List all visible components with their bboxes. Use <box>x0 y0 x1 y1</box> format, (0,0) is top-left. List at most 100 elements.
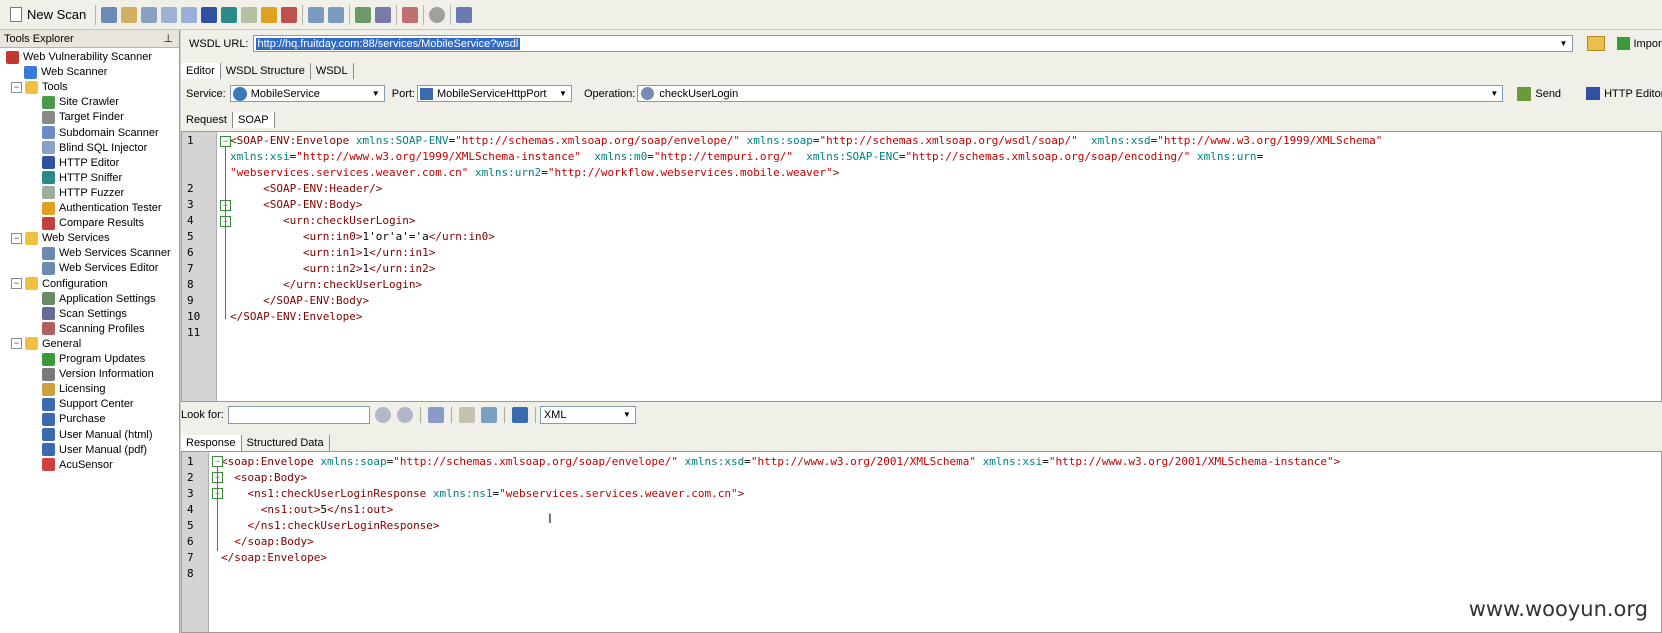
http-sniffer-icon[interactable] <box>221 6 238 23</box>
pin-icon[interactable]: ⊥ <box>163 32 173 45</box>
collapse-toggle-icon[interactable]: − <box>11 338 22 350</box>
collapse-toggle-icon[interactable]: − <box>11 81 22 93</box>
tree-item[interactable]: Scanning Profiles <box>42 321 145 337</box>
tab-structured-data[interactable]: Structured Data <box>242 435 330 451</box>
tree-item[interactable]: Web Services Editor <box>42 260 158 276</box>
tree-item[interactable]: − Configuration <box>11 276 107 292</box>
tree-item[interactable]: − Tools <box>11 79 68 95</box>
code-token: xmlns:xsi <box>982 455 1043 468</box>
code-token: "http://tempuri.org/" <box>653 150 793 163</box>
tab-wsdl[interactable]: WSDL <box>311 63 354 79</box>
line-number: 1 <box>187 134 194 147</box>
compare-results-icon[interactable] <box>281 6 298 23</box>
auth-tester-icon[interactable] <box>261 6 278 23</box>
new-scan-button[interactable]: New Scan <box>2 4 92 26</box>
tree-item[interactable]: Support Center <box>42 396 134 412</box>
wsdl-url-input[interactable]: http://hq.fruitday.com:88/services/Mobil… <box>252 35 1573 52</box>
chevron-down-icon[interactable]: ▼ <box>1558 38 1570 49</box>
operation-select[interactable]: checkUserLogin ▼ <box>637 85 1504 102</box>
scheduler-icon[interactable] <box>429 6 446 23</box>
code-token: "http://schemas.xmlsoap.org/soap/envelop… <box>393 455 678 468</box>
tree-item[interactable]: Licensing <box>42 381 105 397</box>
highlight-icon[interactable] <box>480 407 497 423</box>
http-editor-icon[interactable] <box>201 6 218 23</box>
chevron-down-icon[interactable]: ▼ <box>557 88 569 99</box>
tree-item[interactable]: Purchase <box>42 411 105 427</box>
tree-item[interactable]: Application Settings <box>42 291 156 307</box>
collapse-toggle-icon[interactable]: − <box>11 232 22 244</box>
import-button[interactable]: Import <box>1616 37 1662 50</box>
tree-item-label: Compare Results <box>59 217 144 230</box>
tree-item[interactable]: Compare Results <box>42 215 144 231</box>
fold-guide <box>225 147 226 319</box>
tree-item[interactable]: Target Finder <box>42 109 124 125</box>
regex-icon[interactable] <box>458 407 475 423</box>
request-tabs: Request SOAP <box>181 112 275 128</box>
code-token: xmlns:urn2 <box>475 166 542 179</box>
format-select[interactable]: XML ▼ <box>539 406 636 424</box>
http-fuzzer-icon[interactable] <box>241 6 258 23</box>
tree-item[interactable]: Web Services Scanner <box>42 245 171 261</box>
tree-item[interactable]: Blind SQL Injector <box>42 140 147 156</box>
tool-icon <box>42 428 55 441</box>
fold-toggle-icon[interactable]: − <box>220 136 231 147</box>
chevron-down-icon[interactable]: ▼ <box>621 409 633 420</box>
tree-item[interactable]: HTTP Sniffer <box>42 170 122 186</box>
ws-editor-icon[interactable] <box>328 6 345 23</box>
tree-item[interactable]: HTTP Editor <box>42 155 119 171</box>
tree-item[interactable]: − Web Services <box>11 230 110 246</box>
chevron-down-icon[interactable]: ▼ <box>1488 88 1500 99</box>
target-finder-icon[interactable] <box>161 6 178 23</box>
tree-item[interactable]: Scan Settings <box>42 306 127 322</box>
request-editor[interactable]: 1 2 3 4 5 6 7 8 9 10 11 <SOAP-ENV:Envelope xmlns:S… <box>181 131 1662 402</box>
tree-item[interactable]: User Manual (html) <box>42 427 153 443</box>
tree-item[interactable]: Program Updates <box>42 351 145 367</box>
toolbar-separator <box>349 4 351 25</box>
tree-item[interactable]: Version Information <box>42 366 154 382</box>
tab-soap[interactable]: SOAP <box>232 112 275 128</box>
blind-sql-icon[interactable] <box>181 6 198 23</box>
service-select[interactable]: MobileService ▼ <box>229 85 385 102</box>
tree-item[interactable]: AcuSensor <box>42 457 113 473</box>
scan-settings-icon[interactable] <box>375 6 392 23</box>
collapse-toggle-icon[interactable]: − <box>11 278 22 289</box>
port-select[interactable]: MobileServiceHttpPort ▼ <box>416 85 572 102</box>
code-token: = <box>744 455 751 468</box>
tree-item[interactable]: Web Vulnerability Scanner <box>6 49 152 65</box>
tree-item[interactable]: HTTP Fuzzer <box>42 185 124 201</box>
open-icon[interactable] <box>121 6 138 23</box>
app-settings-icon[interactable] <box>355 6 372 23</box>
search-icon[interactable] <box>141 6 158 23</box>
wrap-icon[interactable] <box>511 407 528 423</box>
tree-item[interactable]: − General <box>11 336 81 352</box>
ws-scanner-icon[interactable] <box>308 6 325 23</box>
reporter-icon[interactable] <box>456 6 473 23</box>
folder-open-icon[interactable] <box>1586 36 1605 51</box>
scan-wizard-icon[interactable] <box>101 6 118 23</box>
chevron-down-icon[interactable]: ▼ <box>370 88 382 99</box>
code-token: </soap:Body> <box>234 535 314 548</box>
tree-item[interactable]: Subdomain Scanner <box>42 125 159 141</box>
send-button[interactable]: Send <box>1517 86 1561 101</box>
lookfor-input[interactable] <box>227 406 370 424</box>
profiles-icon[interactable] <box>402 6 419 23</box>
response-editor[interactable]: 12345678 <soap:Envelope xmlns:soap="http… <box>181 451 1662 633</box>
tab-wsdl-structure[interactable]: WSDL Structure <box>221 63 311 79</box>
folder-icon <box>25 337 38 351</box>
tree-item[interactable]: Web Scanner <box>24 64 107 80</box>
tab-request[interactable]: Request <box>181 112 233 128</box>
http-editor-button[interactable]: HTTP Editor <box>1586 87 1662 100</box>
find-next-icon[interactable] <box>374 407 391 423</box>
tab-editor[interactable]: Editor <box>181 63 221 79</box>
tab-response[interactable]: Response <box>181 435 242 451</box>
tree-item[interactable]: Authentication Tester <box>42 200 162 216</box>
find-previous-icon[interactable] <box>396 407 413 423</box>
fold-toggle-icon[interactable]: − <box>212 456 223 467</box>
code-token: xmlns:soap <box>746 134 813 147</box>
tree-item[interactable]: User Manual (pdf) <box>42 442 147 458</box>
code-token: "http://schemas.xmlsoap.org/wsdl/soap/" <box>819 134 1078 147</box>
match-case-icon[interactable] <box>427 407 444 423</box>
tree-item[interactable]: Site Crawler <box>42 94 119 110</box>
